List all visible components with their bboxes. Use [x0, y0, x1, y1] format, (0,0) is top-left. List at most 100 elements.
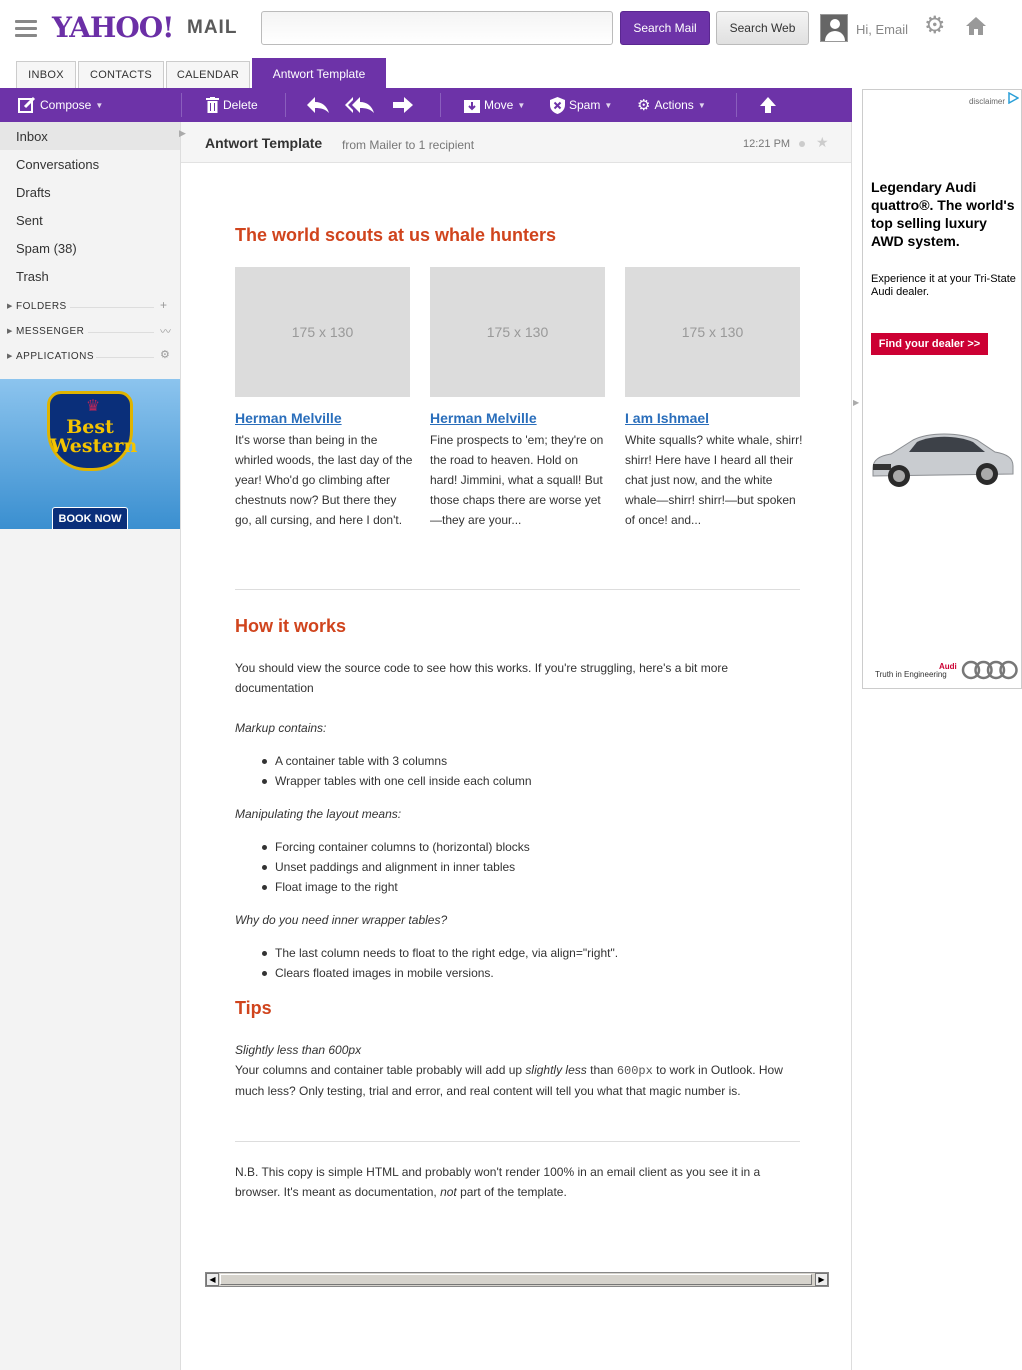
- search-web-button[interactable]: Search Web: [716, 11, 809, 45]
- nb-text: N.B. This copy is simple HTML and probab…: [235, 1165, 761, 1199]
- tab-antwort-template[interactable]: Antwort Template: [252, 58, 386, 88]
- compose-icon: [18, 96, 36, 113]
- add-folder-icon[interactable]: +: [160, 298, 168, 312]
- tab-calendar[interactable]: CALENDAR: [166, 61, 250, 88]
- search-input[interactable]: [261, 11, 613, 45]
- collapse-icon[interactable]: ▶: [179, 128, 186, 139]
- heading-how-it-works: How it works: [235, 616, 347, 636]
- ad-footer: Truth in Engineering: [875, 670, 947, 679]
- tab-inbox[interactable]: INBOX: [16, 61, 76, 88]
- left-sidebar: Inbox Conversations Drafts Sent Spam (38…: [0, 122, 180, 1370]
- applications-label: APPLICATIONS: [16, 351, 95, 362]
- message-header[interactable]: ▶ Antwort Template from Mailer to 1 reci…: [179, 122, 851, 163]
- spam-button[interactable]: Spam ▼: [550, 88, 612, 122]
- menu-icon[interactable]: [15, 20, 37, 37]
- list-item: Wrapper tables with one cell inside each…: [262, 771, 795, 791]
- heading-tips: Tips: [235, 998, 272, 1018]
- best-western-ad[interactable]: ♛ Best Western BOOK NOW: [0, 379, 180, 529]
- best-western-logo: ♛ Best Western: [47, 391, 137, 471]
- ad-disclaimer[interactable]: disclaimer: [969, 97, 1005, 106]
- book-now-button[interactable]: BOOK NOW: [52, 507, 128, 529]
- read-status-dot[interactable]: [799, 141, 805, 147]
- move-label: Move: [484, 98, 514, 112]
- scroll-up-arrow-icon[interactable]: [759, 96, 777, 114]
- sidebar-section-folders[interactable]: ▶ FOLDERS +: [0, 297, 180, 319]
- scroll-right-arrow-icon[interactable]: ▶: [815, 1273, 828, 1286]
- list-item: Forcing container columns to (horizontal…: [262, 837, 795, 857]
- column-text: Fine prospects to 'em; they're on the ro…: [430, 433, 604, 527]
- move-button[interactable]: Move ▼: [464, 88, 525, 122]
- sidebar-item-conversations[interactable]: Conversations: [0, 150, 180, 178]
- sidebar-item-sent[interactable]: Sent: [0, 206, 180, 234]
- actions-label: Actions: [654, 98, 694, 112]
- expand-triangle-icon: ▶: [7, 303, 13, 310]
- list-item: The last column needs to float to the ri…: [262, 943, 795, 963]
- divider: [235, 1141, 800, 1142]
- message-subject: Antwort Template: [205, 135, 323, 151]
- messenger-status-icon[interactable]: 〰: [160, 323, 172, 339]
- column-title-link[interactable]: Herman Melville: [235, 408, 342, 428]
- avatar[interactable]: [820, 14, 848, 42]
- list-item: A container table with 3 columns: [262, 751, 795, 771]
- column-text: White squalls? white whale, shirr! shirr…: [625, 433, 803, 527]
- reply-all-icon[interactable]: [345, 96, 375, 114]
- horizontal-scrollbar[interactable]: ◀ ▶: [205, 1272, 829, 1287]
- sidebar-item-inbox[interactable]: Inbox: [0, 122, 180, 150]
- message-from[interactable]: from Mailer to 1 recipient: [342, 138, 474, 152]
- audi-rings-logo: [961, 660, 1018, 680]
- ad-brand-line2: Western: [50, 435, 138, 457]
- sidebar-section-applications[interactable]: ▶ APPLICATIONS ⚙: [0, 347, 180, 369]
- sidebar-item-spam[interactable]: Spam (38): [0, 234, 180, 262]
- image-placeholder: 175 x 130: [625, 267, 800, 397]
- spam-shield-icon: [550, 96, 565, 114]
- audi-ad[interactable]: disclaimer Legendary Audi quattro®. The …: [862, 89, 1022, 689]
- mail-toolbar: Compose ▼ Delete Move ▼ Spam ▼ ⚙ Actions ▼: [0, 88, 852, 122]
- image-placeholder: 175 x 130: [430, 267, 605, 397]
- move-folder-icon: [464, 99, 480, 113]
- forward-icon[interactable]: [392, 96, 414, 114]
- expand-triangle-icon: ▶: [7, 353, 13, 360]
- divider: [235, 589, 800, 590]
- delete-button[interactable]: Delete: [206, 88, 258, 122]
- settings-gear-icon[interactable]: ⚙: [924, 14, 946, 38]
- column-title-link[interactable]: I am Ishmael: [625, 408, 709, 428]
- tab-bar: INBOX CONTACTS CALENDAR Antwort Template: [0, 58, 852, 88]
- image-placeholder: 175 x 130: [235, 267, 410, 397]
- column-title-link[interactable]: Herman Melville: [430, 408, 537, 428]
- crown-icon: ♛: [85, 398, 101, 415]
- actions-button[interactable]: ⚙ Actions ▼: [637, 88, 706, 122]
- sidebar-item-trash[interactable]: Trash: [0, 262, 180, 290]
- why-label: Why do you need inner wrapper tables?: [235, 913, 448, 927]
- search-mail-button[interactable]: Search Mail: [620, 11, 710, 45]
- delete-label: Delete: [223, 98, 258, 112]
- star-icon[interactable]: ★: [816, 134, 829, 151]
- applications-gear-icon[interactable]: ⚙: [160, 348, 170, 361]
- compose-button[interactable]: Compose ▼: [18, 88, 103, 122]
- find-dealer-button[interactable]: Find your dealer >>: [871, 333, 988, 355]
- expand-triangle-icon: ▶: [7, 328, 13, 335]
- layout-list: Forcing container columns to (horizontal…: [262, 837, 795, 897]
- trash-icon: [206, 97, 219, 113]
- ad-subtext: Experience it at your Tri-State Audi dea…: [871, 273, 1016, 298]
- mail-logo[interactable]: MAIL: [187, 17, 237, 39]
- reply-icon[interactable]: [306, 96, 330, 114]
- tab-contacts[interactable]: CONTACTS: [78, 61, 164, 88]
- top-header: YAHOO! MAIL Search Mail Search Web Hi, E…: [0, 0, 1022, 58]
- spam-label: Spam: [569, 98, 601, 112]
- scrollbar-thumb[interactable]: [220, 1274, 812, 1285]
- sidebar-section-messenger[interactable]: ▶ MESSENGER 〰: [0, 322, 180, 344]
- layout-label: Manipulating the layout means:: [235, 807, 402, 821]
- adchoices-icon[interactable]: [1007, 92, 1019, 104]
- messenger-label: MESSENGER: [16, 326, 85, 337]
- panel-resize-handle-icon[interactable]: ▶: [853, 398, 859, 407]
- greeting-text[interactable]: Hi, Email: [856, 22, 908, 37]
- list-item: Unset paddings and alignment in inner ta…: [262, 857, 795, 877]
- sidebar-item-drafts[interactable]: Drafts: [0, 178, 180, 206]
- yahoo-logo[interactable]: YAHOO!: [52, 11, 174, 44]
- markup-label: Markup contains:: [235, 721, 327, 735]
- scroll-left-arrow-icon[interactable]: ◀: [206, 1273, 219, 1286]
- home-icon[interactable]: [964, 14, 988, 38]
- compose-label: Compose: [40, 98, 92, 112]
- message-time: 12:21 PM: [743, 138, 791, 150]
- tip-title: Slightly less than 600px: [235, 1043, 362, 1057]
